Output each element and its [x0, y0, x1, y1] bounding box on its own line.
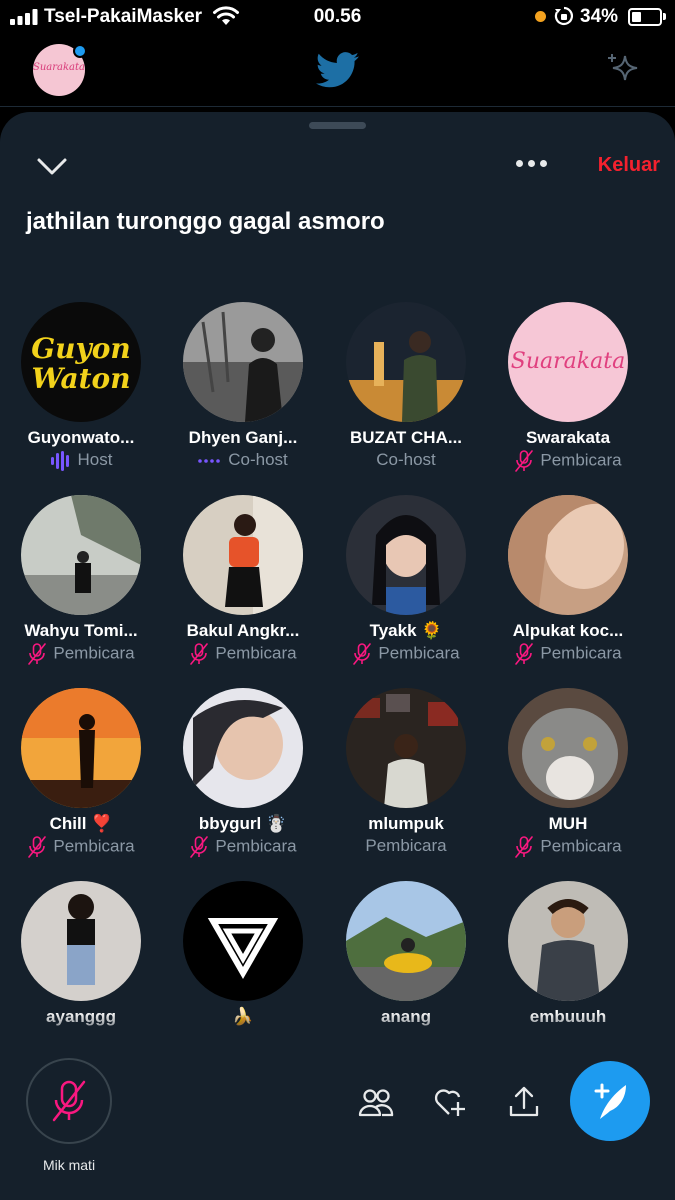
avatar[interactable] [21, 688, 141, 808]
bottom-controls: Mik mati [0, 1040, 675, 1200]
participant-3[interactable]: BUZAT CHA... Co-host [325, 302, 487, 492]
sparkle-icon[interactable] [603, 50, 643, 90]
avatar[interactable] [183, 881, 303, 1001]
compose-button[interactable] [570, 1061, 650, 1141]
mic-status-label: Mik mati [42, 1157, 96, 1173]
people-icon[interactable] [358, 1084, 394, 1120]
avatar[interactable] [346, 495, 466, 615]
svg-text:Waton: Waton [31, 362, 130, 395]
participant-role: Host [0, 450, 162, 471]
participant-role: Pembicara [325, 643, 487, 665]
avatar[interactable] [346, 688, 466, 808]
participant-role: Pembicara [162, 836, 324, 858]
mic-off-icon [514, 643, 540, 665]
more-options-icon[interactable] [514, 154, 550, 174]
participant-10[interactable]: bbygurl ☃️ Pembicara [162, 688, 324, 878]
avatar[interactable]: Guyon Waton [21, 302, 141, 422]
leave-button[interactable]: Keluar [560, 154, 660, 177]
battery-icon [628, 8, 662, 26]
avatar[interactable] [21, 881, 141, 1001]
avatar[interactable] [508, 495, 628, 615]
participant-8[interactable]: Alpukat koc... Pembicara [487, 495, 649, 685]
avatar[interactable] [508, 881, 628, 1001]
participant-role: Pembicara [0, 836, 162, 858]
participant-12[interactable]: MUH Pembicara [487, 688, 649, 878]
rotation-lock-icon [554, 6, 573, 26]
mic-toggle-button[interactable] [26, 1058, 112, 1144]
avatar[interactable] [508, 688, 628, 808]
share-icon[interactable] [506, 1084, 542, 1120]
participant-role: Pembicara [162, 643, 324, 665]
participant-role: Co-host [376, 450, 436, 469]
avatar[interactable]: Suarakata [508, 302, 628, 422]
space-sheet: Keluar jathilan turonggo gagal asmoro Gu… [0, 112, 675, 1200]
participant-role: Pembicara [487, 450, 649, 472]
participant-name: Tyakk 🌻 [369, 621, 443, 640]
avatar[interactable] [346, 302, 466, 422]
participant-role: Co-host [162, 450, 324, 470]
participant-name: Chill ❣️ [49, 814, 113, 833]
avatar[interactable] [183, 495, 303, 615]
mic-off-icon [189, 643, 215, 665]
svg-text:Guyon: Guyon [31, 332, 131, 365]
participant-9[interactable]: Chill ❣️ Pembicara [0, 688, 162, 878]
participant-6[interactable]: Bakul Angkr... Pembicara [162, 495, 324, 685]
compose-icon [594, 1083, 626, 1119]
participant-4[interactable]: Suarakata Swarakata Pembicara [487, 302, 649, 492]
svg-text:Suarakata: Suarakata [511, 349, 625, 374]
mic-off-icon [27, 836, 53, 858]
mic-in-use-indicator [535, 11, 546, 22]
dotted-line-icon [198, 450, 228, 469]
avatar[interactable] [183, 302, 303, 422]
mic-off-icon [352, 643, 378, 665]
participant-name: Swarakata [525, 428, 611, 447]
avatar[interactable] [183, 688, 303, 808]
mic-off-icon [189, 836, 215, 858]
twitter-bird-icon [316, 52, 359, 88]
participant-name: MUH [548, 814, 588, 833]
participant-name: Dhyen Ganj... [188, 428, 298, 447]
mic-off-icon [514, 450, 540, 472]
space-title: jathilan turonggo gagal asmoro [26, 208, 385, 235]
participant-name: bbygurl ☃️ [198, 814, 288, 833]
participant-role: Pembicara [487, 643, 649, 665]
participant-7[interactable]: Tyakk 🌻 Pembicara [325, 495, 487, 685]
mic-off-icon [52, 1080, 86, 1122]
participant-name: Wahyu Tomi... [24, 621, 138, 640]
participant-name: Alpukat koc... [512, 621, 624, 640]
notification-dot [73, 44, 87, 58]
status-bar: Tsel-PakaiMasker 00.56 34% [0, 0, 675, 34]
participant-11[interactable]: mlumpuk Pembicara [325, 688, 487, 878]
avatar[interactable] [346, 881, 466, 1001]
participant-name: Guyonwato... [27, 428, 135, 447]
participant-15[interactable]: anang [325, 881, 487, 1032]
participant-5[interactable]: Wahyu Tomi... Pembicara [0, 495, 162, 685]
participant-name: BUZAT CHA... [349, 428, 463, 447]
drag-handle[interactable] [309, 122, 366, 129]
chevron-down-icon[interactable] [34, 152, 70, 182]
participant-1[interactable]: Guyon Waton Guyonwato... Host [0, 302, 162, 492]
participant-grid: Guyon Waton Guyonwato... Host Dhyen Ganj... C… [0, 302, 675, 1032]
participant-role: Pembicara [0, 643, 162, 665]
participant-13[interactable]: ayanggg [0, 881, 162, 1032]
sound-wave-icon [50, 450, 78, 471]
mic-off-icon [514, 836, 540, 858]
mic-off-icon [27, 643, 53, 665]
participant-role: Pembicara [365, 836, 447, 855]
participant-14[interactable]: 🍌 [162, 881, 324, 1032]
avatar[interactable] [21, 495, 141, 615]
battery-percent: 34% [580, 6, 619, 27]
participant-16[interactable]: embuuuh [487, 881, 649, 1032]
twitter-header: Suarakata [0, 34, 675, 107]
participant-name: Bakul Angkr... [186, 621, 300, 640]
participant-2[interactable]: Dhyen Ganj... Co-host [162, 302, 324, 492]
participant-role: Pembicara [487, 836, 649, 858]
participant-name: mlumpuk [368, 814, 444, 833]
heart-plus-icon[interactable] [432, 1084, 468, 1120]
